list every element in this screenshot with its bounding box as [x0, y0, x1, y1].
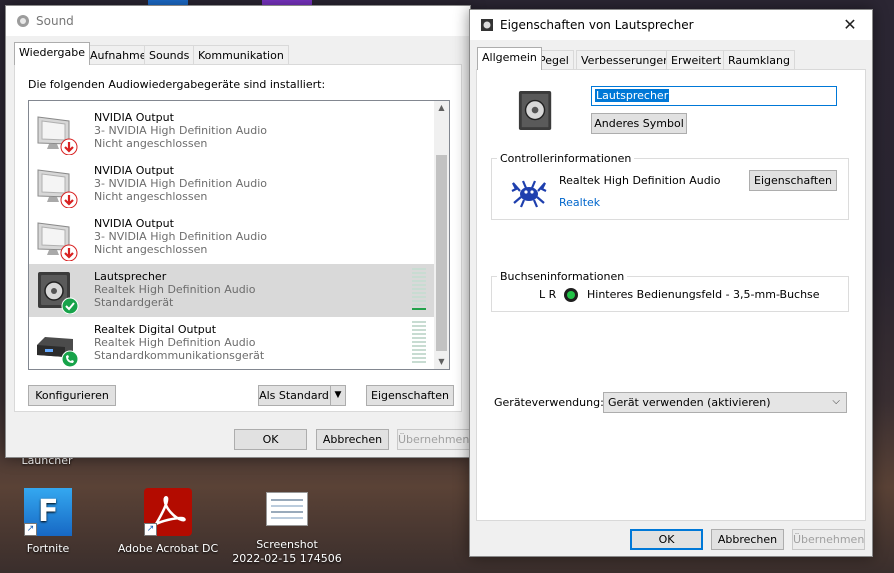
speaker-small-icon [481, 19, 493, 31]
speaker-icon [38, 272, 79, 314]
sound-titlebar[interactable]: Sound [6, 6, 470, 36]
shortcut-arrow-icon: ↗ [24, 523, 37, 536]
sound-body: Wiedergabe Aufnahme Sounds Kommunikation… [6, 36, 470, 457]
configure-button[interactable]: Konfigurieren [28, 385, 116, 406]
sound-app-icon [17, 15, 29, 27]
realtek-link[interactable]: Realtek [559, 196, 600, 209]
desktop-icon-label: Fortnite [26, 542, 70, 555]
acrobat-icon: ↗ [144, 488, 192, 536]
device-status: Nicht angeschlossen [94, 190, 208, 203]
properties-button[interactable]: Eigenschaften [366, 385, 454, 406]
change-icon-button[interactable]: Anderes Symbol [591, 113, 687, 134]
list-item-selected[interactable]: Lautsprecher Realtek High Definition Aud… [29, 264, 436, 317]
properties-window: Eigenschaften von Lautsprecher ✕ Allgeme… [469, 9, 873, 557]
apply-button[interactable]: Übernehmen [397, 429, 470, 450]
tab-allgemein[interactable]: Allgemein [477, 47, 542, 70]
desktop-icon-label: Adobe Acrobat DC [117, 542, 219, 555]
ok-button[interactable]: OK [630, 529, 703, 550]
close-icon[interactable]: ✕ [828, 10, 872, 40]
usage-select[interactable]: Gerät verwenden (aktivieren) ⌵ [603, 392, 847, 413]
properties-body: Allgemein Pegel Verbesserungen Erweitert… [470, 40, 872, 556]
device-name-value: Lautsprecher [595, 89, 670, 102]
wiedergabe-panel: Die folgenden Audiowiedergabegeräte sind… [14, 64, 462, 412]
device-description: Realtek High Definition Audio [94, 336, 256, 349]
jack-connector-icon [564, 288, 578, 302]
screenshot-file-icon [266, 492, 308, 526]
usage-selected-value: Gerät verwenden (aktivieren) [608, 396, 771, 409]
list-item[interactable]: NVIDIA Output 3- NVIDIA High Definition … [29, 158, 436, 211]
set-default-dropdown-icon[interactable]: ▼ [330, 386, 345, 405]
monitor-icon [37, 222, 78, 261]
window-title: Sound [36, 14, 74, 28]
device-status: Nicht angeschlossen [94, 137, 208, 150]
usage-label: Geräteverwendung: [494, 396, 604, 409]
device-name: NVIDIA Output [94, 164, 174, 177]
set-default-label: Als Standard [259, 389, 329, 402]
tab-erweitert[interactable]: Erweitert [666, 50, 727, 70]
controller-properties-button[interactable]: Eigenschaften [749, 170, 837, 191]
jack-info-title: Buchseninformationen [497, 270, 628, 283]
allgemein-panel: Lautsprecher Anderes Symbol Controllerin… [476, 69, 866, 521]
monitor-icon [37, 169, 78, 208]
device-name: NVIDIA Output [94, 111, 174, 124]
desktop-icon-screenshot[interactable]: Screenshot 2022-02-15 174506 [232, 492, 342, 566]
device-list[interactable]: NVIDIA Output 3- NVIDIA High Definition … [28, 100, 450, 370]
cancel-button[interactable]: Abbrechen [316, 429, 389, 450]
device-name: Realtek Digital Output [94, 323, 217, 336]
device-status: Standardgerät [94, 296, 174, 309]
tab-kommunikation[interactable]: Kommunikation [193, 45, 289, 65]
device-name: NVIDIA Output [94, 217, 174, 230]
controller-info-title: Controllerinformationen [497, 152, 635, 165]
scrollbar-thumb[interactable] [436, 155, 447, 351]
device-name-input[interactable]: Lautsprecher [591, 86, 837, 106]
window-title: Eigenschaften von Lautsprecher [500, 18, 694, 32]
list-item[interactable]: NVIDIA Output 3- NVIDIA High Definition … [29, 105, 436, 158]
volume-meter [412, 268, 426, 312]
device-status: Nicht angeschlossen [94, 243, 208, 256]
ok-button[interactable]: OK [234, 429, 307, 450]
tab-raumklang[interactable]: Raumklang [723, 50, 795, 70]
device-name: Lautsprecher [94, 270, 167, 283]
fortnite-icon: F ↗ [24, 488, 72, 536]
desktop-icon-fortnite[interactable]: F ↗ Fortnite [0, 488, 103, 556]
speaker-device-icon [518, 91, 552, 130]
tab-wiedergabe[interactable]: Wiedergabe [14, 42, 91, 65]
device-description: Realtek High Definition Audio [94, 283, 256, 296]
apply-button[interactable]: Übernehmen [792, 529, 865, 550]
device-list-scrollbar[interactable]: ▲ ▼ [434, 101, 449, 369]
device-description: 3- NVIDIA High Definition Audio [94, 230, 268, 243]
shortcut-arrow-icon: ↗ [144, 523, 157, 536]
device-description: 3- NVIDIA High Definition Audio [94, 177, 268, 190]
jack-channels: L R [539, 288, 557, 301]
realtek-crab-icon [511, 180, 547, 208]
set-default-button[interactable]: Als Standard ▼ [258, 385, 346, 406]
tab-aufnahme[interactable]: Aufnahme [85, 45, 152, 65]
list-item[interactable]: Realtek Digital Output Realtek High Defi… [29, 317, 436, 369]
tab-sounds[interactable]: Sounds [144, 45, 195, 65]
tab-verbesserungen[interactable]: Verbesserungen [576, 50, 676, 70]
chevron-down-icon: ⌵ [832, 396, 840, 407]
cancel-button[interactable]: Abbrechen [711, 529, 784, 550]
desktop-icon-acrobat[interactable]: ↗ Adobe Acrobat DC [113, 488, 223, 556]
digital-output-icon [37, 337, 79, 367]
fortnite-letter: F [38, 494, 59, 529]
intro-text: Die folgenden Audiowiedergabegeräte sind… [28, 78, 326, 91]
scroll-down-arrow-icon[interactable]: ▼ [434, 355, 449, 369]
controller-name: Realtek High Definition Audio [559, 174, 721, 187]
volume-meter [412, 321, 426, 365]
list-item[interactable]: NVIDIA Output 3- NVIDIA High Definition … [29, 211, 436, 264]
sound-window: Sound Wiedergabe Aufnahme Sounds Kommuni… [5, 5, 471, 458]
desktop-icon-label: Screenshot 2022-02-15 174506 [232, 538, 342, 565]
device-status: Standardkommunikationsgerät [94, 349, 265, 362]
properties-titlebar[interactable]: Eigenschaften von Lautsprecher ✕ [470, 10, 872, 40]
jack-description: Hinteres Bedienungsfeld - 3,5-mm-Buchse [587, 288, 820, 301]
device-description: 3- NVIDIA High Definition Audio [94, 124, 268, 137]
monitor-icon [37, 116, 78, 155]
scroll-up-arrow-icon[interactable]: ▲ [434, 101, 449, 115]
